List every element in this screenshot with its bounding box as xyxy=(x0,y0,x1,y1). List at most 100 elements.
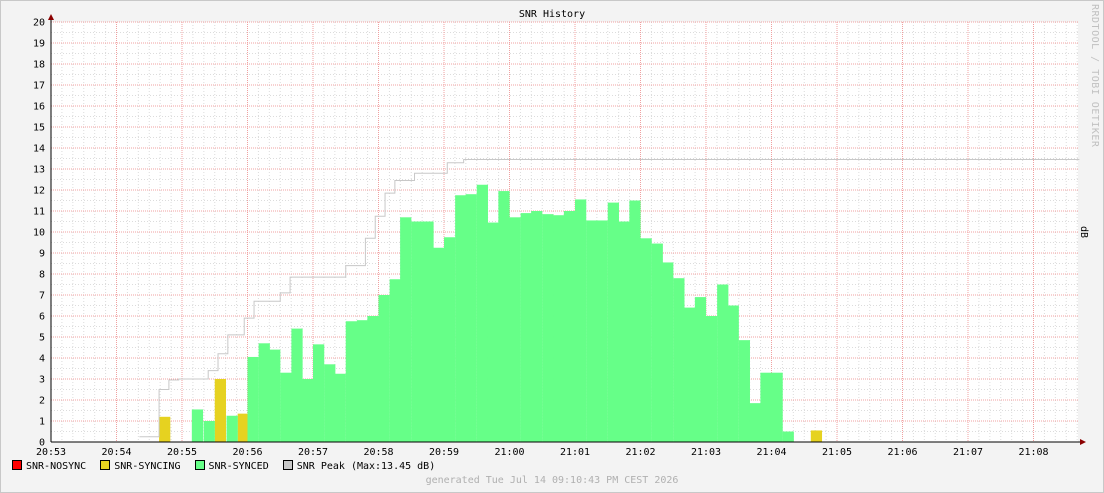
y-tick-label: 12 xyxy=(33,186,45,197)
bar-snr-synced xyxy=(782,431,794,442)
bar-snr-synced xyxy=(191,409,204,442)
y-tick-label: 11 xyxy=(33,207,45,218)
bar-snr-synced xyxy=(694,297,707,442)
bar-snr-synced xyxy=(596,220,608,442)
y-tick-label: 16 xyxy=(33,102,45,113)
x-tick-label: 21:04 xyxy=(756,447,786,458)
y-tick-label: 3 xyxy=(39,375,45,386)
bar-snr-syncing xyxy=(810,430,823,442)
x-tick-label: 21:00 xyxy=(494,447,524,458)
bar-snr-synced xyxy=(444,237,456,442)
snr-chart: 0123456789101112131415161718192020:53 20:… xyxy=(33,14,1086,458)
bar-snr-synced xyxy=(738,340,750,442)
bar-snr-synced xyxy=(334,373,346,442)
bar-snr-synced xyxy=(629,200,641,442)
bar-snr-synced xyxy=(542,214,554,442)
bar-snr-synced xyxy=(771,372,783,442)
x-tick-label: 20:56 xyxy=(232,447,262,458)
bar-snr-synced xyxy=(509,217,521,442)
bar-snr-synced xyxy=(498,191,510,442)
bar-snr-synced xyxy=(258,343,270,442)
legend-swatch-peak xyxy=(282,460,293,470)
bar-snr-synced xyxy=(411,221,423,442)
x-tick-label: 20:53 xyxy=(36,447,66,458)
bar-snr-synced xyxy=(476,184,488,442)
y-tick-label: 20 xyxy=(33,18,45,29)
bar-snr-synced xyxy=(749,403,762,442)
bar-snr-synced xyxy=(378,295,390,442)
bar-snr-synced xyxy=(291,328,303,442)
bar-snr-synced xyxy=(400,217,412,442)
y-tick-label: 19 xyxy=(33,39,45,50)
bar-snr-synced xyxy=(727,305,739,442)
y-tick-label: 13 xyxy=(33,165,45,176)
legend-item-peak: SNR Peak (Max:13.45 dB) xyxy=(282,460,436,472)
bar-snr-synced xyxy=(640,238,652,442)
bar-snr-synced xyxy=(520,213,532,442)
bar-snr-synced xyxy=(563,211,576,442)
x-tick-label: 21:07 xyxy=(953,447,983,458)
bar-snr-syncing xyxy=(237,413,249,442)
x-tick-label: 20:54 xyxy=(101,447,131,458)
x-tick-label: 20:55 xyxy=(167,447,197,458)
x-tick-label: 21:02 xyxy=(625,447,655,458)
bar-snr-synced xyxy=(301,379,314,442)
legend-swatch-synced xyxy=(194,460,205,470)
y-tick-label: 7 xyxy=(39,291,45,302)
bar-snr-synced xyxy=(422,221,434,442)
rrdtool-credit: RRDTOOL / TOBI OETIKER xyxy=(1089,4,1100,148)
bar-snr-synced xyxy=(455,195,467,442)
bar-snr-synced xyxy=(706,316,718,442)
y-tick-label: 17 xyxy=(33,81,45,92)
bar-snr-synced xyxy=(662,262,674,442)
legend: SNR-NOSYNC SNR-SYNCING SNR-SYNCED SNR Pe… xyxy=(12,460,443,472)
legend-item-synced: SNR-SYNCED xyxy=(194,460,269,472)
bar-snr-syncing xyxy=(159,416,171,442)
bar-snr-synced xyxy=(367,316,379,442)
y-tick-label: 15 xyxy=(33,123,45,134)
legend-swatch-syncing xyxy=(100,460,111,470)
generated-footer: generated Tue Jul 14 09:10:43 PM CEST 20… xyxy=(425,475,679,486)
bar-snr-synced xyxy=(684,307,696,442)
bar-snr-synced xyxy=(618,221,631,442)
bar-snr-synced xyxy=(531,211,543,442)
bar-snr-synced xyxy=(226,415,238,442)
y-axis-arrow xyxy=(48,14,54,20)
bar-snr-synced xyxy=(280,372,292,442)
x-tick-label: 21:06 xyxy=(887,447,917,458)
y-tick-label: 5 xyxy=(39,333,45,344)
bar-snr-synced xyxy=(553,215,565,442)
y-tick-label: 14 xyxy=(33,144,45,155)
bar-snr-synced xyxy=(465,194,477,442)
bar-snr-synced xyxy=(247,356,259,442)
bar-snr-syncing xyxy=(214,379,226,442)
x-tick-label: 21:01 xyxy=(560,447,590,458)
bar-snr-synced xyxy=(313,344,325,442)
bar-snr-synced xyxy=(389,279,401,442)
legend-item-syncing: SNR-SYNCING xyxy=(100,460,180,472)
y-tick-label: 10 xyxy=(33,228,45,239)
y-tick-label: 8 xyxy=(39,270,45,281)
y-tick-label: 6 xyxy=(39,312,45,323)
y-tick-label: 4 xyxy=(39,354,45,365)
bar-snr-synced xyxy=(673,278,685,442)
bar-snr-synced xyxy=(607,202,619,442)
x-tick-label: 20:59 xyxy=(429,447,459,458)
y-tick-label: 1 xyxy=(39,417,45,428)
x-tick-label: 20:58 xyxy=(363,447,393,458)
y-tick-label: 2 xyxy=(39,396,45,407)
x-tick-label: 20:57 xyxy=(298,447,328,458)
bar-snr-synced xyxy=(345,321,357,442)
y-tick-label: 9 xyxy=(39,249,45,260)
bar-snr-synced xyxy=(760,372,772,442)
x-tick-label: 21:08 xyxy=(1018,447,1048,458)
bar-snr-synced xyxy=(717,284,729,442)
bar-snr-synced xyxy=(575,199,587,442)
legend-item-nosync: SNR-NOSYNC xyxy=(12,460,86,472)
x-tick-label: 21:03 xyxy=(691,447,721,458)
bar-snr-synced xyxy=(203,421,215,442)
x-tick-label: 21:05 xyxy=(822,447,852,458)
peak-max-annotation: (Max:13.45 dB) xyxy=(350,461,436,472)
bar-snr-synced xyxy=(356,320,369,442)
bar-snr-synced xyxy=(269,349,281,442)
